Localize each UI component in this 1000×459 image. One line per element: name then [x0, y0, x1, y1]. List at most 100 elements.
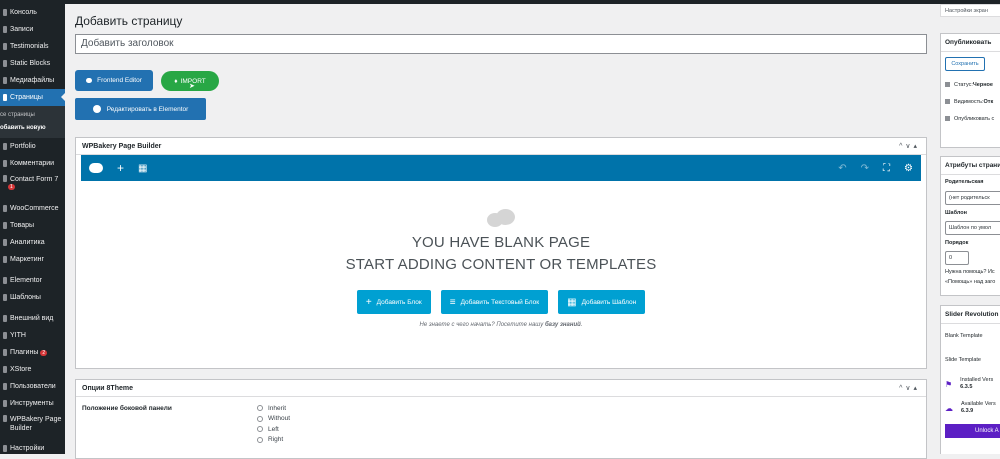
sidebar-item-products[interactable]: Товары [0, 217, 65, 234]
eye-icon [945, 99, 950, 104]
portfolio-icon [3, 143, 7, 150]
template-icon: ▦ [567, 296, 577, 308]
wpbakery-panel: WPBakery Page Builder ^∨▴ + ▦ ↶ ↷ ⛶ ⚙ YOU… [75, 137, 927, 369]
pin-icon [3, 60, 7, 67]
yith-icon [3, 332, 7, 339]
page-title: Добавить страницу [75, 14, 183, 28]
wpbakery-toolbar: + ▦ ↶ ↷ ⛶ ⚙ [81, 155, 921, 181]
quote-icon [3, 43, 7, 50]
radio-left[interactable]: Left [257, 424, 290, 435]
add-element-icon[interactable]: + [117, 161, 124, 175]
sidebar-item-wpbakery[interactable]: WPBakery Page Builder [0, 412, 65, 440]
parent-select[interactable]: (нет родительск [945, 191, 1000, 205]
wpbakery-icon [86, 78, 93, 83]
pages-submenu: се страницы обавить новую [0, 106, 65, 138]
theme-options-panel: Опции 8Theme ^∨▴ Положение боковой панели… [75, 379, 927, 459]
sidebar-item-pages[interactable]: Страницы [0, 89, 65, 106]
notification-badge: 2 [40, 349, 48, 356]
sidebar-position-label: Положение боковой панели [82, 405, 172, 412]
sidebar-item-testimonials[interactable]: Testimonials [0, 38, 65, 55]
sidebar-item-woocommerce[interactable]: WooCommerce [0, 200, 65, 217]
blank-heading-2: START ADDING CONTENT OR TEMPLATES [345, 256, 657, 273]
redo-icon[interactable]: ↷ [861, 163, 869, 174]
calendar-icon [945, 116, 950, 121]
sidebar-item-yith[interactable]: YITH [0, 327, 65, 344]
sidebar-item-elementor[interactable]: Elementor [0, 272, 65, 289]
sidebar-item-portfolio[interactable]: Portfolio [0, 138, 65, 155]
page-attributes-box: Атрибуты страни Родительская (нет родите… [940, 156, 1000, 296]
frontend-editor-button[interactable]: Frontend Editor [75, 70, 153, 91]
bulb-icon: ♦ [174, 77, 178, 85]
media-icon [3, 77, 7, 84]
woo-icon [3, 205, 7, 212]
template-icon[interactable]: ▦ [138, 163, 147, 174]
slider-revolution-box: Slider Revolution Blank Template Slide T… [940, 305, 1000, 454]
post-title-input[interactable]: Добавить заголовок [75, 34, 927, 54]
text-lines-icon: ≡ [449, 296, 456, 308]
archive-icon [3, 222, 7, 229]
radio-without[interactable]: Without [257, 414, 290, 425]
add-text-block-button[interactable]: ≡ Добавить Текстовый Блок [440, 290, 549, 314]
elementor-icon [3, 277, 7, 284]
add-template-button[interactable]: ▦ Добавить Шаблон [558, 290, 646, 314]
sidebar-item-marketing[interactable]: Маркетинг [0, 251, 65, 268]
undo-icon[interactable]: ↶ [838, 163, 846, 174]
flag-icon: ⚑ [945, 379, 953, 389]
mail-icon [3, 175, 7, 182]
edit-with-elementor-button[interactable]: Редактировать в Elementor [75, 98, 206, 120]
plus-icon: + [365, 296, 372, 308]
sidebar-item-comments[interactable]: Комментарии [0, 155, 65, 172]
sidebar-item-plugins[interactable]: Плагины 2 [0, 344, 65, 361]
add-block-button[interactable]: + Добавить Блок [356, 290, 431, 314]
submenu-all-pages[interactable]: се страницы [0, 108, 65, 121]
unlock-button[interactable]: Unlock A [945, 424, 1000, 438]
sidebar-position-radios: Inherit Without Left Right [257, 403, 290, 445]
template-select[interactable]: Шаблон по умол [945, 221, 1000, 235]
save-draft-button[interactable]: Сохранить [945, 57, 985, 71]
cloud-icon [487, 207, 515, 229]
knowledge-base-link[interactable]: базу знаний [545, 322, 581, 328]
main-content: Добавить страницу Добавить заголовок Fro… [65, 4, 935, 459]
right-sidebar: Настройки экран Опубликовать Сохранить С… [935, 0, 1000, 454]
sidebar-item-xstore[interactable]: XStore [0, 361, 65, 378]
radio-right[interactable]: Right [257, 435, 290, 446]
panel-arrows-icon[interactable]: ^∨▴ [899, 142, 920, 150]
sidebar-item-settings[interactable]: Настройки [0, 440, 65, 454]
theme-options-header[interactable]: Опции 8Theme ^∨▴ [76, 380, 926, 397]
xstore-icon [3, 366, 7, 373]
slider-title: Slider Revolution [941, 306, 1000, 324]
mouse-cursor-icon: ➤ [189, 83, 195, 90]
gear-icon[interactable]: ⚙ [904, 163, 913, 174]
sidebar-item-static-blocks[interactable]: Static Blocks [0, 55, 65, 72]
blank-page-area: YOU HAVE BLANK PAGE START ADDING CONTENT… [81, 207, 921, 328]
blank-heading-1: YOU HAVE BLANK PAGE [411, 234, 591, 251]
knowledge-base-hint: Не знаете с чего начать? Посетите нашу б… [419, 322, 583, 328]
sidebar-item-appearance[interactable]: Внешний вид [0, 310, 65, 327]
sidebar-item-tools[interactable]: Инструменты [0, 395, 65, 412]
sidebar-item-console[interactable]: Консоль [0, 4, 65, 21]
sidebar-item-templates[interactable]: Шаблоны [0, 289, 65, 306]
screen-options-button[interactable]: Настройки экран [940, 4, 1000, 17]
submenu-add-new[interactable]: обавить новую [0, 121, 65, 134]
megaphone-icon [3, 256, 7, 263]
folder-icon [3, 294, 7, 301]
fullscreen-icon[interactable]: ⛶ [883, 163, 890, 174]
comment-icon [3, 160, 7, 167]
order-input[interactable]: 0 [945, 251, 969, 265]
import-button[interactable]: ♦ IMPORT ➤ [161, 71, 219, 91]
sidebar-item-users[interactable]: Пользователи [0, 378, 65, 395]
publish-box: Опубликовать Сохранить Статус: Черное Ви… [940, 33, 1000, 148]
pin-icon [3, 26, 7, 33]
sidebar-item-posts[interactable]: Записи [0, 21, 65, 38]
panel-arrows-icon[interactable]: ^∨▴ [899, 384, 920, 392]
chart-icon [3, 239, 7, 246]
cloud-download-icon: ☁ [945, 403, 953, 413]
sidebar-item-analytics[interactable]: Аналитика [0, 234, 65, 251]
users-icon [3, 383, 7, 390]
sidebar-item-media[interactable]: Медиафайлы [0, 72, 65, 89]
wpbakery-panel-header[interactable]: WPBakery Page Builder ^∨▴ [76, 138, 926, 155]
sidebar-item-contact-form[interactable]: Contact Form 71 [0, 172, 65, 200]
settings-icon [3, 445, 7, 452]
page-icon [3, 94, 7, 101]
radio-inherit[interactable]: Inherit [257, 403, 290, 414]
